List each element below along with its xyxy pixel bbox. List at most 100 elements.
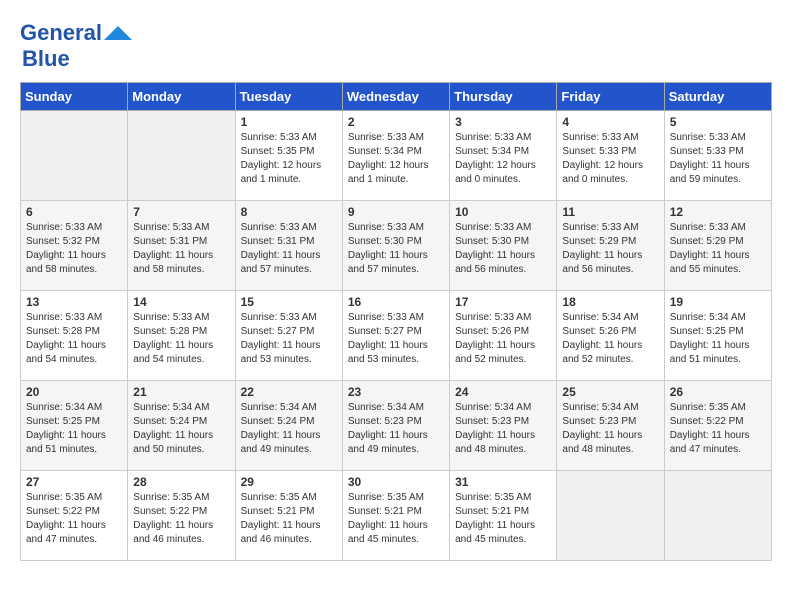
calendar-cell: 8 Sunrise: 5:33 AM Sunset: 5:31 PM Daylig… <box>235 201 342 291</box>
calendar-week-row: 6Sunrise: 5:33 AM Sunset: 5:32 PM Daylig… <box>21 201 772 291</box>
calendar-cell: 24 Sunrise: 5:34 AM Sunset: 5:23 PM Dayli… <box>450 381 557 471</box>
calendar-cell: 4 Sunrise: 5:33 AM Sunset: 5:33 PM Daylig… <box>557 111 664 201</box>
day-number: 29 <box>241 475 337 489</box>
calendar-cell: 28 Sunrise: 5:35 AM Sunset: 5:22 PM Dayli… <box>128 471 235 561</box>
weekday-header: Saturday <box>664 83 771 111</box>
calendar-cell: 12 Sunrise: 5:33 AM Sunset: 5:29 PM Dayli… <box>664 201 771 291</box>
calendar-cell: 3Sunrise: 5:33 AM Sunset: 5:34 PM Daylig… <box>450 111 557 201</box>
calendar-cell <box>128 111 235 201</box>
day-info: Sunrise: 5:34 AM Sunset: 5:24 PM Dayligh… <box>241 401 337 457</box>
calendar-cell: 11 Sunrise: 5:33 AM Sunset: 5:29 PM Dayli… <box>557 201 664 291</box>
day-number: 14 <box>133 295 229 309</box>
day-info: Sunrise: 5:33 AM Sunset: 5:29 PM Dayligh… <box>670 221 766 277</box>
weekday-header-row: SundayMondayTuesdayWednesdayThursdayFrid… <box>21 83 772 111</box>
day-info: Sunrise: 5:35 AM Sunset: 5:21 PM Dayligh… <box>241 491 337 547</box>
calendar-cell: 31 Sunrise: 5:35 AM Sunset: 5:21 PM Dayli… <box>450 471 557 561</box>
day-info: Sunrise: 5:34 AM Sunset: 5:26 PM Dayligh… <box>562 311 658 367</box>
day-info: Sunrise: 5:33 AM Sunset: 5:33 PM Dayligh… <box>562 131 658 187</box>
calendar-cell: 13 Sunrise: 5:33 AM Sunset: 5:28 PM Dayli… <box>21 291 128 381</box>
day-number: 26 <box>670 385 766 399</box>
day-number: 25 <box>562 385 658 399</box>
day-info: Sunrise: 5:34 AM Sunset: 5:25 PM Dayligh… <box>670 311 766 367</box>
day-number: 22 <box>241 385 337 399</box>
day-number: 17 <box>455 295 551 309</box>
calendar-cell: 19 Sunrise: 5:34 AM Sunset: 5:25 PM Dayli… <box>664 291 771 381</box>
day-number: 13 <box>26 295 122 309</box>
day-number: 19 <box>670 295 766 309</box>
calendar-cell: 21 Sunrise: 5:34 AM Sunset: 5:24 PM Dayli… <box>128 381 235 471</box>
calendar-week-row: 13 Sunrise: 5:33 AM Sunset: 5:28 PM Dayli… <box>21 291 772 381</box>
day-info: Sunrise: 5:34 AM Sunset: 5:23 PM Dayligh… <box>455 401 551 457</box>
page-header: General Blue <box>20 20 772 72</box>
day-number: 8 <box>241 205 337 219</box>
day-info: Sunrise: 5:33 AM Sunset: 5:33 PM Dayligh… <box>670 131 766 187</box>
day-info: Sunrise: 5:33 AM Sunset: 5:31 PM Dayligh… <box>241 221 337 277</box>
day-number: 6 <box>26 205 122 219</box>
calendar-cell <box>664 471 771 561</box>
calendar-cell: 20 Sunrise: 5:34 AM Sunset: 5:25 PM Dayli… <box>21 381 128 471</box>
day-number: 15 <box>241 295 337 309</box>
logo: General Blue <box>20 20 132 72</box>
calendar-cell: 16 Sunrise: 5:33 AM Sunset: 5:27 PM Dayli… <box>342 291 449 381</box>
calendar-cell <box>557 471 664 561</box>
day-number: 16 <box>348 295 444 309</box>
calendar-cell: 7Sunrise: 5:33 AM Sunset: 5:31 PM Daylig… <box>128 201 235 291</box>
day-info: Sunrise: 5:34 AM Sunset: 5:23 PM Dayligh… <box>562 401 658 457</box>
calendar-cell: 9 Sunrise: 5:33 AM Sunset: 5:30 PM Daylig… <box>342 201 449 291</box>
day-number: 7 <box>133 205 229 219</box>
day-number: 18 <box>562 295 658 309</box>
calendar-cell: 1Sunrise: 5:33 AM Sunset: 5:35 PM Daylig… <box>235 111 342 201</box>
day-info: Sunrise: 5:35 AM Sunset: 5:22 PM Dayligh… <box>26 491 122 547</box>
logo-blue-text: Blue <box>22 46 70 71</box>
day-info: Sunrise: 5:33 AM Sunset: 5:27 PM Dayligh… <box>348 311 444 367</box>
logo-icon <box>104 26 132 40</box>
day-info: Sunrise: 5:35 AM Sunset: 5:21 PM Dayligh… <box>348 491 444 547</box>
day-info: Sunrise: 5:33 AM Sunset: 5:28 PM Dayligh… <box>133 311 229 367</box>
day-info: Sunrise: 5:34 AM Sunset: 5:25 PM Dayligh… <box>26 401 122 457</box>
calendar-cell: 23 Sunrise: 5:34 AM Sunset: 5:23 PM Dayli… <box>342 381 449 471</box>
day-number: 4 <box>562 115 658 129</box>
day-number: 23 <box>348 385 444 399</box>
calendar-cell: 26Sunrise: 5:35 AM Sunset: 5:22 PM Dayli… <box>664 381 771 471</box>
calendar-cell: 25 Sunrise: 5:34 AM Sunset: 5:23 PM Dayli… <box>557 381 664 471</box>
calendar-cell: 30 Sunrise: 5:35 AM Sunset: 5:21 PM Dayli… <box>342 471 449 561</box>
weekday-header: Wednesday <box>342 83 449 111</box>
day-number: 30 <box>348 475 444 489</box>
calendar-cell: 2Sunrise: 5:33 AM Sunset: 5:34 PM Daylig… <box>342 111 449 201</box>
day-info: Sunrise: 5:33 AM Sunset: 5:30 PM Dayligh… <box>348 221 444 277</box>
day-number: 10 <box>455 205 551 219</box>
weekday-header: Thursday <box>450 83 557 111</box>
day-number: 11 <box>562 205 658 219</box>
weekday-header: Friday <box>557 83 664 111</box>
calendar-table: SundayMondayTuesdayWednesdayThursdayFrid… <box>20 82 772 561</box>
day-number: 31 <box>455 475 551 489</box>
day-info: Sunrise: 5:34 AM Sunset: 5:23 PM Dayligh… <box>348 401 444 457</box>
calendar-cell: 17 Sunrise: 5:33 AM Sunset: 5:26 PM Dayli… <box>450 291 557 381</box>
day-info: Sunrise: 5:35 AM Sunset: 5:22 PM Dayligh… <box>133 491 229 547</box>
day-number: 2 <box>348 115 444 129</box>
calendar-cell: 5 Sunrise: 5:33 AM Sunset: 5:33 PM Daylig… <box>664 111 771 201</box>
calendar-cell: 10 Sunrise: 5:33 AM Sunset: 5:30 PM Dayli… <box>450 201 557 291</box>
day-info: Sunrise: 5:33 AM Sunset: 5:28 PM Dayligh… <box>26 311 122 367</box>
calendar-cell: 22 Sunrise: 5:34 AM Sunset: 5:24 PM Dayli… <box>235 381 342 471</box>
day-info: Sunrise: 5:35 AM Sunset: 5:21 PM Dayligh… <box>455 491 551 547</box>
day-info: Sunrise: 5:34 AM Sunset: 5:24 PM Dayligh… <box>133 401 229 457</box>
logo-text: General <box>20 20 102 46</box>
day-number: 21 <box>133 385 229 399</box>
day-number: 24 <box>455 385 551 399</box>
calendar-week-row: 20 Sunrise: 5:34 AM Sunset: 5:25 PM Dayli… <box>21 381 772 471</box>
day-info: Sunrise: 5:33 AM Sunset: 5:30 PM Dayligh… <box>455 221 551 277</box>
day-info: Sunrise: 5:33 AM Sunset: 5:26 PM Dayligh… <box>455 311 551 367</box>
day-number: 9 <box>348 205 444 219</box>
day-number: 1 <box>241 115 337 129</box>
day-number: 12 <box>670 205 766 219</box>
day-number: 28 <box>133 475 229 489</box>
day-number: 20 <box>26 385 122 399</box>
day-info: Sunrise: 5:33 AM Sunset: 5:29 PM Dayligh… <box>562 221 658 277</box>
calendar-cell: 27Sunrise: 5:35 AM Sunset: 5:22 PM Dayli… <box>21 471 128 561</box>
day-number: 5 <box>670 115 766 129</box>
day-info: Sunrise: 5:33 AM Sunset: 5:27 PM Dayligh… <box>241 311 337 367</box>
day-info: Sunrise: 5:33 AM Sunset: 5:34 PM Dayligh… <box>455 131 551 187</box>
weekday-header: Tuesday <box>235 83 342 111</box>
weekday-header: Sunday <box>21 83 128 111</box>
